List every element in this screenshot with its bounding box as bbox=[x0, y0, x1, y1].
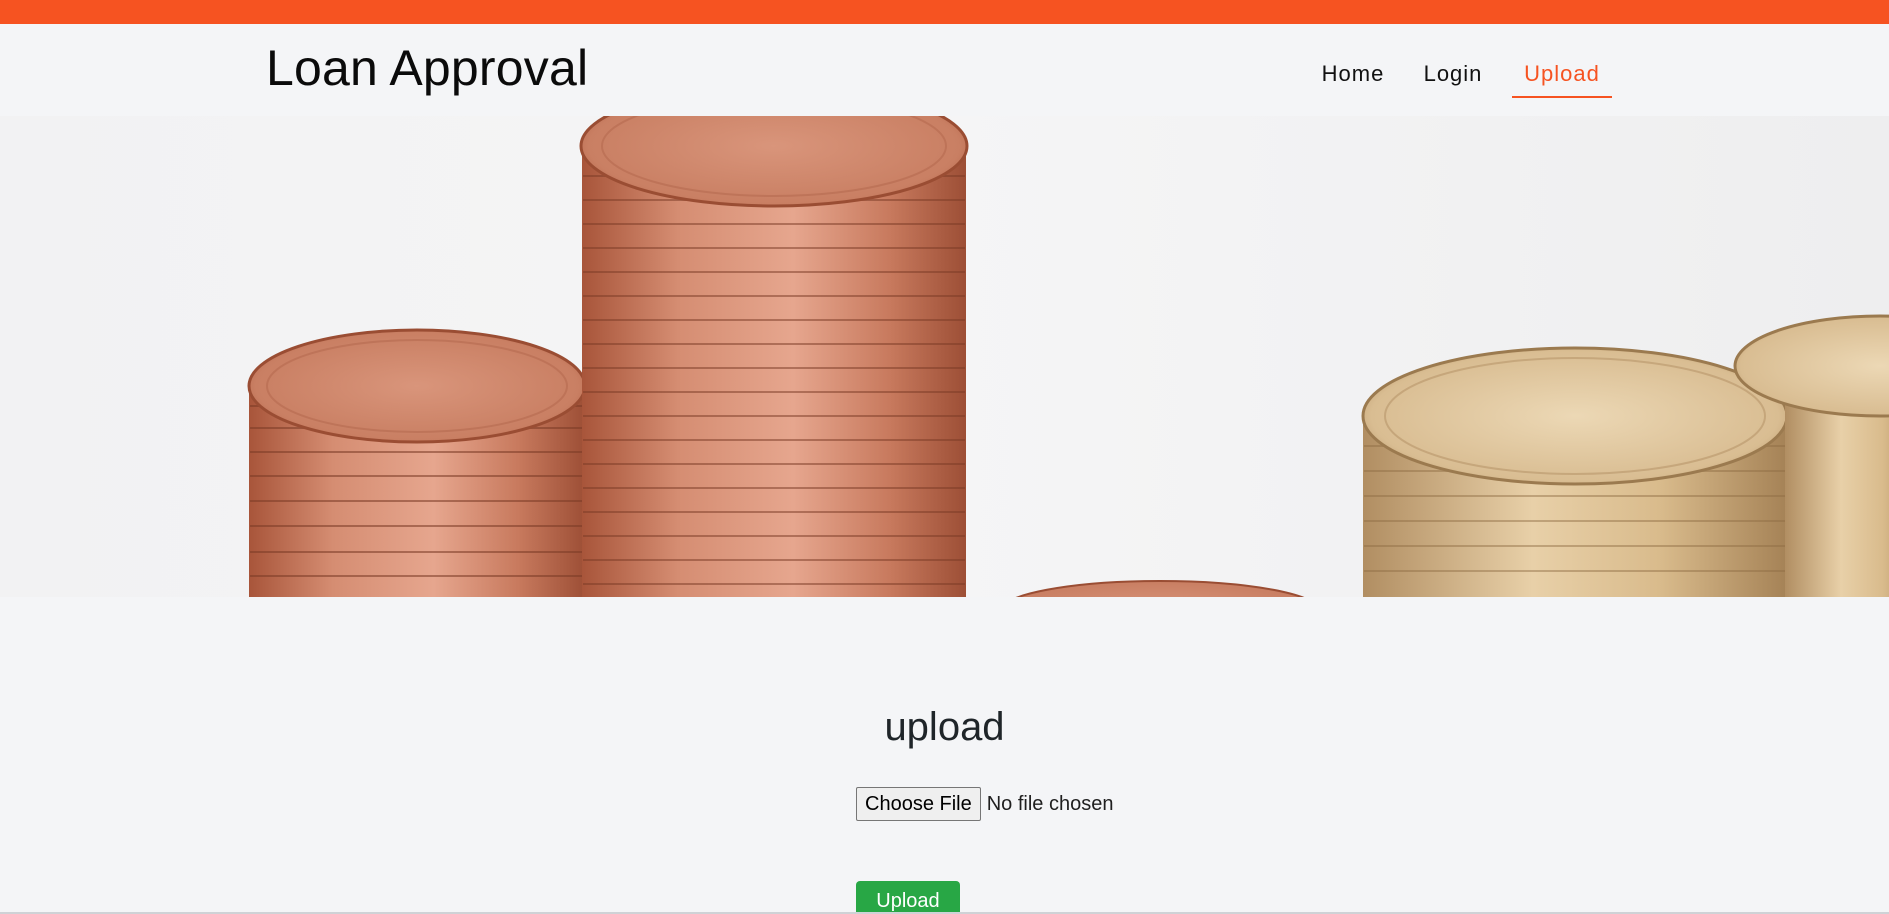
top-accent-bar bbox=[0, 0, 1889, 24]
coins-illustration bbox=[247, 116, 1889, 597]
main-nav: Home Login Upload bbox=[0, 24, 1889, 116]
upload-title: upload bbox=[884, 705, 1005, 749]
gold-coin-stack bbox=[1361, 346, 1789, 597]
nav-login[interactable]: Login bbox=[1414, 52, 1492, 98]
choose-file-button[interactable]: Choose File bbox=[856, 787, 981, 821]
file-input[interactable]: Choose File No file chosen bbox=[856, 786, 1113, 822]
flat-copper-coin bbox=[1015, 580, 1305, 597]
page: Loan Approval Home Login Upload upload C… bbox=[0, 0, 1889, 914]
nav-upload[interactable]: Upload bbox=[1512, 52, 1612, 98]
tall-copper-stack bbox=[579, 116, 969, 597]
file-status: No file chosen bbox=[986, 792, 1114, 815]
nav-home[interactable]: Home bbox=[1310, 52, 1396, 98]
hero-coins-image bbox=[0, 116, 1889, 597]
upload-section: upload Choose File No file chosen Upload bbox=[0, 597, 1889, 914]
header: Loan Approval Home Login Upload bbox=[0, 24, 1889, 116]
left-copper-stack bbox=[247, 328, 587, 597]
upload-submit-button[interactable]: Upload bbox=[856, 881, 960, 914]
